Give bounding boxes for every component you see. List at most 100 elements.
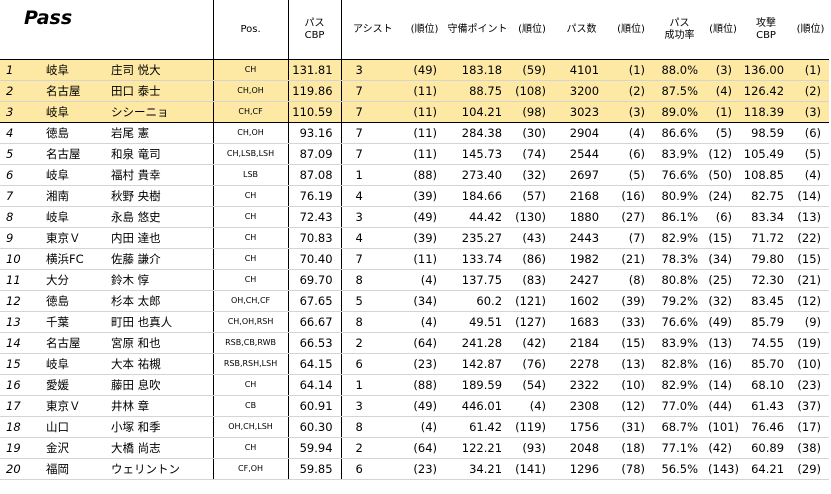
pass-cbp-cell: 69.70 [288,269,342,291]
defense-rank-cell: (59) [510,59,555,81]
attack-cbp-cell: 64.21 [740,458,793,480]
table-row: 14 名古屋 宮原 和也 RSB,CB,RWB 66.53 2 (64) 241.28 (42)… [0,332,830,354]
passes-rank-cell: (10) [609,374,654,396]
defense-points-cell: 61.42 [445,416,511,438]
player-name-cell: 秋野 央樹 [103,185,214,207]
passes-rank-cell: (5) [609,164,654,186]
defense-rank-cell: (127) [510,311,555,333]
position-cell: CH,OH [213,80,289,102]
team-cell: 岐阜 [38,353,103,375]
attack-cbp-cell: 74.55 [740,332,793,354]
assist-cell: 4 [341,185,405,207]
table-row: 15 岐阜 大本 祐槻 RSB,RSH,LSH 64.15 6 (23) 142.87 (76)… [0,353,830,375]
table-row: 6 岐阜 福村 貴幸 LSB 87.08 1 (88) 273.40 (32) 2697 (5) 76… [0,164,830,186]
passes-cell: 2322 [554,374,610,396]
pass-cbp-cell: 67.65 [288,290,342,312]
assist-cell: 3 [341,59,405,81]
assist-rank-cell: (4) [404,416,446,438]
pass-cbp-cell: 66.53 [288,332,342,354]
passes-cell: 1756 [554,416,610,438]
attack-rank-cell: (23) [792,374,830,396]
table-row: 3 岐阜 シシーニョ CH,CF 110.59 7 (11) 104.21 (98) 3023 (3… [0,101,830,123]
defense-points-cell: 122.21 [445,437,511,459]
pass-cbp-cell: 60.30 [288,416,342,438]
passes-rank-cell: (6) [609,143,654,165]
player-name-cell: シシーニョ [103,101,214,123]
player-name-cell: 小塚 和季 [103,416,214,438]
header-assist: アシスト [341,0,405,60]
team-cell: 愛媛 [38,374,103,396]
attack-cbp-cell: 105.49 [740,143,793,165]
defense-rank-cell: (98) [510,101,555,123]
success-rank-cell: (143) [706,458,741,480]
position-cell: CH,CF [213,101,289,123]
assist-rank-cell: (88) [404,374,446,396]
success-rate-cell: 83.9% [653,332,707,354]
rank-cell: 6 [0,164,38,186]
player-name-cell: 町田 也真人 [103,311,214,333]
assist-cell: 6 [341,458,405,480]
passes-rank-cell: (78) [609,458,654,480]
team-cell: 金沢 [38,437,103,459]
rank-cell: 17 [0,395,38,417]
header-passes: パス数 [554,0,610,60]
attack-cbp-cell: 61.43 [740,395,793,417]
success-rank-cell: (49) [706,311,741,333]
success-rank-cell: (101) [706,416,741,438]
defense-points-cell: 49.51 [445,311,511,333]
defense-points-cell: 44.42 [445,206,511,228]
rank-cell: 2 [0,80,38,102]
rank-cell: 12 [0,290,38,312]
defense-rank-cell: (74) [510,143,555,165]
table-row: 2 名古屋 田口 泰士 CH,OH 119.86 7 (11) 88.75 (108) 3200(… [0,80,830,102]
rank-cell: 20 [0,458,38,480]
passes-cell: 2697 [554,164,610,186]
success-rate-cell: 88.0% [653,59,707,81]
player-name-cell: 内田 達也 [103,227,214,249]
pass-cbp-cell: 66.67 [288,311,342,333]
header-attack-rank: (順位) [792,0,830,60]
assist-cell: 5 [341,290,405,312]
passes-cell: 1683 [554,311,610,333]
passes-cell: 2427 [554,269,610,291]
assist-rank-cell: (49) [404,206,446,228]
assist-rank-cell: (88) [404,164,446,186]
passes-cell: 1880 [554,206,610,228]
defense-rank-cell: (4) [510,395,555,417]
passes-rank-cell: (1) [609,59,654,81]
passes-cell: 1602 [554,290,610,312]
defense-rank-cell: (86) [510,248,555,270]
rank-cell: 18 [0,416,38,438]
position-cell: CH [213,269,289,291]
player-name-cell: 和泉 竜司 [103,143,214,165]
defense-rank-cell: (93) [510,437,555,459]
team-cell: 名古屋 [38,80,103,102]
rank-cell: 9 [0,227,38,249]
team-cell: 徳島 [38,290,103,312]
rank-cell: 14 [0,332,38,354]
assist-cell: 1 [341,374,405,396]
success-rank-cell: (24) [706,185,741,207]
table-row: 1 岐阜 庄司 悦大 CH 131.81 3 (49) 183.18 (59) 4101 (1) 88… [0,59,830,81]
header-defense-rank: (順位) [510,0,555,60]
passes-cell: 2048 [554,437,610,459]
player-name-cell: 井林 章 [103,395,214,417]
team-cell: 徳島 [38,122,103,144]
attack-rank-cell: (12) [792,290,830,312]
attack-cbp-cell: 68.10 [740,374,793,396]
assist-rank-cell: (23) [404,353,446,375]
success-rank-cell: (4) [706,80,741,102]
pass-cbp-cell: 70.40 [288,248,342,270]
passes-cell: 2184 [554,332,610,354]
position-cell: OH,CH,LSH [213,416,289,438]
table-row: 17 東京Ｖ 井林 章 CB 60.91 3 (49) 446.01 (4) 2308 (12) 77… [0,395,830,417]
assist-cell: 7 [341,248,405,270]
passes-rank-cell: (33) [609,311,654,333]
position-cell: CF,OH [213,458,289,480]
success-rank-cell: (14) [706,374,741,396]
position-cell: CH [213,185,289,207]
success-rate-cell: 86.6% [653,122,707,144]
attack-rank-cell: (10) [792,353,830,375]
assist-rank-cell: (11) [404,248,446,270]
success-rank-cell: (3) [706,59,741,81]
